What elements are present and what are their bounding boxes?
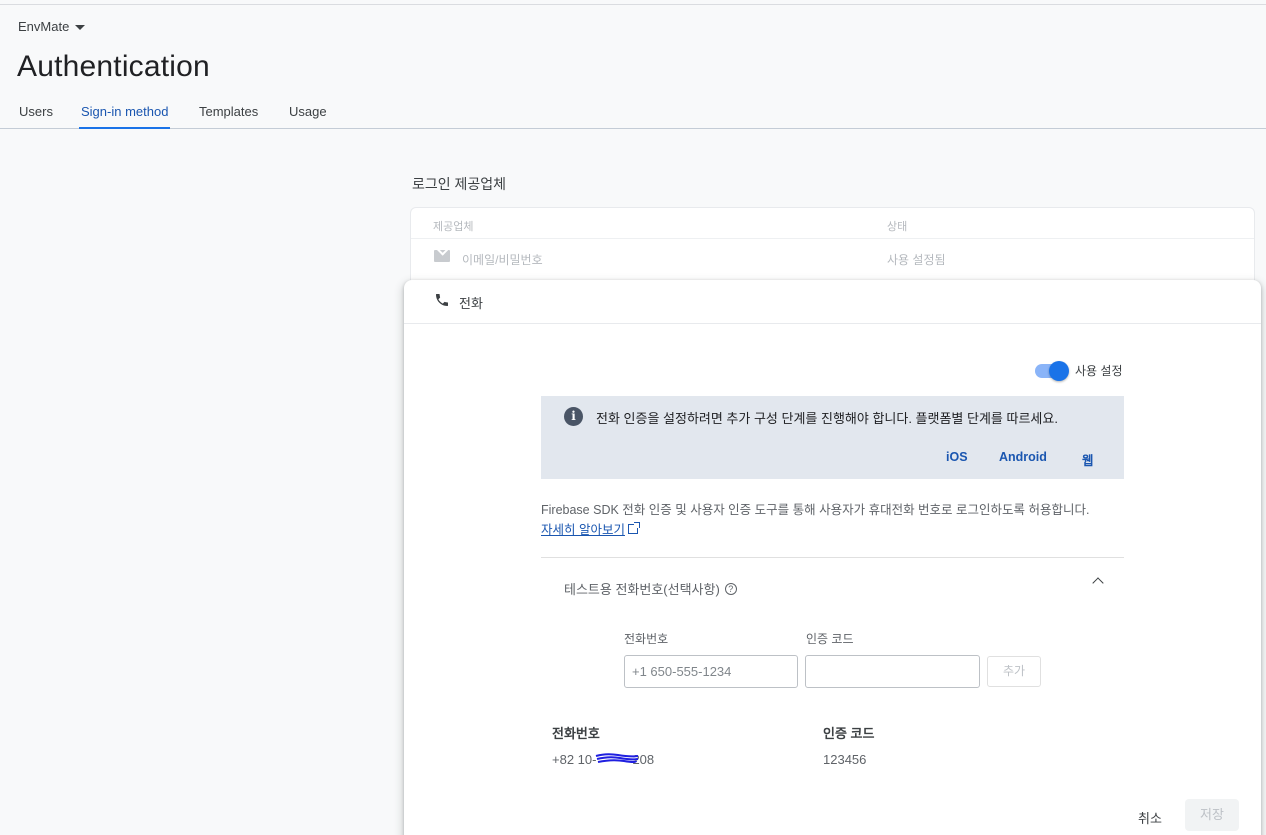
ios-link[interactable]: iOS [946,450,968,464]
table-header-code: 인증 코드 [823,726,875,741]
phone-number-input[interactable] [624,655,798,688]
tab-sign-in-method[interactable]: Sign-in method [78,104,171,129]
section-title: 로그인 제공업체 [412,176,507,192]
android-link[interactable]: Android [999,450,1047,464]
chevron-up-icon[interactable] [1092,577,1104,589]
top-divider [0,4,1266,5]
phone-field-label: 전화번호 [624,632,669,646]
test-numbers-title: 테스트용 전화번호(선택사항) [564,582,720,597]
test-phone-prefix: +82 10- [552,752,597,767]
info-icon: i [564,407,583,426]
section-divider [541,557,1124,558]
redaction-scribble [595,753,639,763]
tab-templates[interactable]: Templates [199,104,258,128]
phone-provider-panel: 전화 사용 설정 i 전화 인증을 설정하려면 추가 구성 단계를 진행해야 합… [404,280,1261,835]
test-numbers-header[interactable]: 테스트용 전화번호(선택사항) ? [564,579,737,598]
save-button[interactable]: 저장 [1185,799,1239,831]
info-text: 전화 인증을 설정하려면 추가 구성 단계를 진행해야 합니다. 플랫폼별 단계… [596,411,1058,426]
toggle-track[interactable] [1035,360,1069,381]
table-header-phone: 전화번호 [552,726,600,741]
provider-status: 사용 설정됨 [887,253,946,267]
tab-usage[interactable]: Usage [289,104,327,128]
learn-more-label[interactable]: 자세히 알아보기 [541,519,625,538]
toggle-knob[interactable] [1049,360,1069,381]
add-button[interactable]: 추가 [987,656,1041,687]
column-header-provider: 제공업체 [433,221,474,233]
tab-users[interactable]: Users [19,104,53,128]
dropdown-caret-icon [75,25,86,30]
toggle-label: 사용 설정 [1075,364,1123,378]
help-icon[interactable]: ? [724,582,737,595]
column-header-status: 상태 [887,221,908,233]
external-link-icon [627,521,640,534]
info-banner: i 전화 인증을 설정하려면 추가 구성 단계를 진행해야 합니다. 플랫폼별 … [541,396,1124,479]
learn-more-link[interactable]: 자세히 알아보기 [541,519,640,538]
provider-name[interactable]: 이메일/비밀번호 [462,251,543,268]
verification-code-input[interactable] [805,655,980,688]
cancel-button[interactable]: 취소 [1138,808,1162,827]
panel-title: 전화 [459,296,483,311]
code-field-label: 인증 코드 [806,632,854,646]
web-link[interactable]: 웹 [1082,450,1094,469]
tab-bar: Users Sign-in method Templates Usage [0,96,1266,129]
page-title: Authentication [17,50,210,83]
project-selector[interactable]: EnvMate [18,19,86,34]
panel-header: 전화 [404,280,1261,324]
project-name: EnvMate [18,19,70,34]
enable-toggle[interactable]: 사용 설정 [1035,360,1123,381]
description-text: Firebase SDK 전화 인증 및 사용자 인증 도구를 통해 사용자가 … [541,503,1090,517]
test-verification-code: 123456 [823,752,867,767]
header-divider [411,238,1254,239]
phone-icon [436,294,448,306]
mail-icon [434,250,450,262]
